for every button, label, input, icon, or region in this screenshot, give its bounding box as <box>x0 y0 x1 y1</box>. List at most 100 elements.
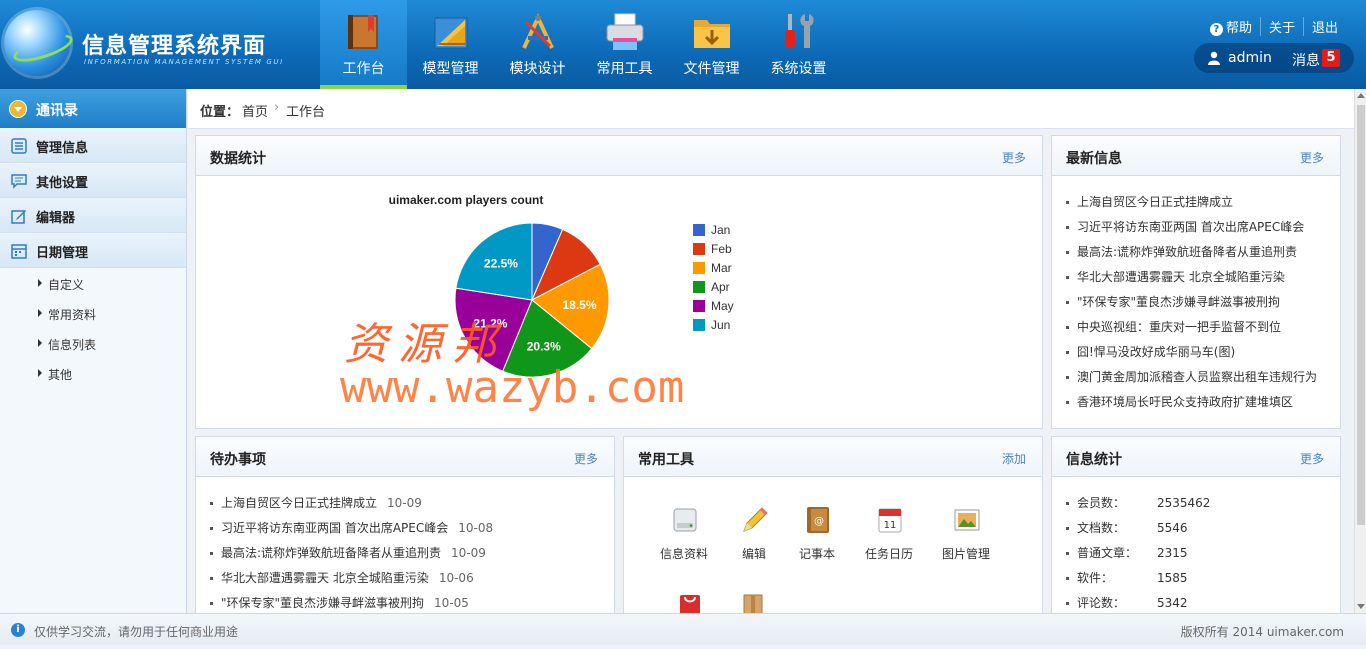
stat-label: 普通文章： <box>1077 546 1138 560</box>
nav-item-model[interactable]: 模型管理 <box>407 0 494 89</box>
news-item-text: 上海自贸区今日正式挂牌成立 <box>1077 195 1234 209</box>
news-item[interactable]: 澳门黄金周加派稽查人员监察出租车违规行为 <box>1066 365 1317 390</box>
tool-picture-manage[interactable]: 图片管理 <box>926 505 1006 565</box>
panel-title: 最新信息 <box>1066 151 1122 167</box>
sidebar-item-manage-info[interactable]: 管理信息 <box>0 128 186 163</box>
news-item[interactable]: 囧!悍马没改好成华丽马车(图) <box>1066 340 1317 365</box>
sidebar-header-label: 通讯录 <box>36 103 78 119</box>
logout-link[interactable]: 退出 <box>1302 17 1346 36</box>
news-item[interactable]: "环保专家"董良杰涉嫌寻衅滋事被刑拘 <box>1066 290 1317 315</box>
sidebar-subitem-other[interactable]: 其他 <box>0 358 186 388</box>
breadcrumb: 位置： 首页 › 工作台 <box>188 89 1354 129</box>
todo-item[interactable]: 上海自贸区今日正式挂牌成立 10-09 <box>210 491 493 516</box>
picture-icon <box>954 509 980 531</box>
news-item[interactable]: 华北大部遭遇雾霾天 北京全城陷重污染 <box>1066 265 1317 290</box>
legend-item-jan[interactable]: Jan <box>693 223 730 237</box>
todo-item-date: 10-05 <box>434 596 469 610</box>
sidebar-item-date-manage[interactable]: 日期管理 <box>0 233 186 268</box>
pie-chart: uimaker.com players count 18.5% 20.3% 21.2%… <box>389 193 734 378</box>
legend-item-may[interactable]: May <box>693 299 734 313</box>
footer-copyright: 版权所有 2014 uimaker.com <box>1180 625 1344 639</box>
add-link[interactable]: 添加 <box>1002 450 1026 467</box>
nav-item-tools[interactable]: 常用工具 <box>581 0 668 89</box>
panel-header: 待办事项 更多 <box>196 437 614 477</box>
pie-data-label: 21.2% <box>473 316 507 330</box>
panel-title: 信息统计 <box>1066 452 1122 468</box>
legend-item-jun[interactable]: Jun <box>693 318 730 332</box>
printer-icon <box>606 13 644 50</box>
caret-right-icon <box>38 279 42 287</box>
todo-item-text: "环保专家"董良杰涉嫌寻衅滋事被刑拘 <box>221 596 425 610</box>
todo-panel: 待办事项 更多 上海自贸区今日正式挂牌成立 10-09 习近平将访东南亚两国 首次… <box>195 436 615 616</box>
pie-data-label: 20.3% <box>527 339 561 353</box>
legend-item-feb[interactable]: Feb <box>693 242 732 256</box>
tool-info-data[interactable]: 信息资料 <box>644 505 724 565</box>
nav-label: 模块设计 <box>509 61 566 77</box>
legend-item-mar[interactable]: Mar <box>693 261 732 275</box>
help-icon: ? <box>1209 23 1223 36</box>
nav-label: 文件管理 <box>683 61 740 77</box>
nav-label: 常用工具 <box>596 61 653 77</box>
footer-notice: 仅供学习交流，请勿用于任何商业用途 <box>34 625 239 639</box>
scrollbar-thumb[interactable] <box>1357 105 1365 525</box>
nav-item-module[interactable]: 模块设计 <box>494 0 581 89</box>
book-icon <box>348 15 378 49</box>
globe-icon <box>4 10 70 76</box>
stat-value: 1585 <box>1157 571 1188 585</box>
sidebar-item-editor[interactable]: 编辑器 <box>0 198 186 233</box>
more-link[interactable]: 更多 <box>1002 149 1026 166</box>
news-item[interactable]: 习近平将访东南亚两国 首次出席APEC峰会 <box>1066 215 1317 240</box>
calendar-icon: 11 <box>878 508 902 533</box>
ruler-triangle-icon <box>434 17 468 49</box>
todo-item[interactable]: 习近平将访东南亚两国 首次出席APEC峰会 10-08 <box>210 516 493 541</box>
sidebar-subitem-custom[interactable]: 自定义 <box>0 268 186 298</box>
todo-item-date: 10-09 <box>387 496 422 510</box>
todo-item[interactable]: 最高法:谎称炸弹致航班备降者从重追刑责 10-09 <box>210 541 493 566</box>
svg-text:@: @ <box>814 516 824 527</box>
more-link[interactable]: 更多 <box>1300 450 1324 467</box>
more-link[interactable]: 更多 <box>574 450 598 467</box>
nav-item-files[interactable]: 文件管理 <box>668 0 755 89</box>
news-panel: 最新信息 更多 上海自贸区今日正式挂牌成立 习近平将访东南亚两国 首次出席APE… <box>1051 135 1341 429</box>
legend-item-apr[interactable]: Apr <box>693 280 730 294</box>
sidebar-subitem-info-list[interactable]: 信息列表 <box>0 328 186 358</box>
app-subtitle: INFORMATION MANAGEMENT SYSTEM GUI <box>84 58 284 66</box>
legend-swatch <box>693 243 705 255</box>
vertical-scrollbar[interactable] <box>1354 89 1366 613</box>
sidebar: 通讯录 管理信息 其他设置 编辑器 日期管理 自定义 常用资料 信息列表 其他 <box>0 89 187 613</box>
about-link[interactable]: 关于 <box>1259 17 1303 36</box>
todo-item[interactable]: 华北大部遭遇雾霾天 北京全城陷重污染 10-06 <box>210 566 493 591</box>
stat-value: 5546 <box>1157 521 1188 535</box>
news-item[interactable]: 上海自贸区今日正式挂牌成立 <box>1066 190 1317 215</box>
news-item-text: "环保专家"董良杰涉嫌寻衅滋事被刑拘 <box>1077 295 1281 309</box>
scroll-up-icon[interactable] <box>1357 93 1365 98</box>
messages-link[interactable]: 消息 <box>1292 50 1320 70</box>
nav-label: 系统设置 <box>770 61 827 77</box>
more-link[interactable]: 更多 <box>1300 149 1324 166</box>
caret-right-icon <box>38 369 42 377</box>
legend-label: Feb <box>711 242 732 256</box>
message-count-badge[interactable]: 5 <box>1322 49 1340 67</box>
nav-item-settings[interactable]: 系统设置 <box>755 0 842 89</box>
username[interactable]: admin <box>1228 50 1272 66</box>
sidebar-header[interactable]: 通讯录 <box>0 89 186 128</box>
main-nav: 工作台 模型管理 模块设计 常用工具 文件管理 系统设置 <box>320 0 842 89</box>
footer: i 仅供学习交流，请勿用于任何商业用途 版权所有 2014 uimaker.co… <box>0 613 1366 645</box>
scroll-down-icon[interactable] <box>1357 604 1365 609</box>
notebook-icon: @ <box>807 507 829 533</box>
news-item[interactable]: 中央巡视组：重庆对一把手监督不到位 <box>1066 315 1317 340</box>
news-item[interactable]: 最高法:谎称炸弹致航班备降者从重追刑责 <box>1066 240 1317 265</box>
help-link[interactable]: ? 帮助 <box>1202 17 1260 36</box>
breadcrumb-current: 工作台 <box>286 105 326 120</box>
sidebar-item-label: 管理信息 <box>36 141 89 156</box>
app-logo: 信息管理系统界面 INFORMATION MANAGEMENT SYSTEM G… <box>0 0 320 89</box>
tool-task-calendar[interactable]: 11 任务日历 <box>849 505 929 565</box>
sidebar-subitem-label: 其他 <box>48 368 73 382</box>
tool-notebook[interactable]: @ 记事本 <box>777 505 857 565</box>
sidebar-subitem-common-data[interactable]: 常用资料 <box>0 298 186 328</box>
breadcrumb-home-link[interactable]: 首页 <box>242 101 268 120</box>
sidebar-subitem-label: 信息列表 <box>48 338 97 352</box>
sidebar-item-other-settings[interactable]: 其他设置 <box>0 163 186 198</box>
news-item[interactable]: 香港环境局长吁民众支持政府扩建堆填区 <box>1066 390 1317 415</box>
nav-item-workbench[interactable]: 工作台 <box>320 0 407 89</box>
